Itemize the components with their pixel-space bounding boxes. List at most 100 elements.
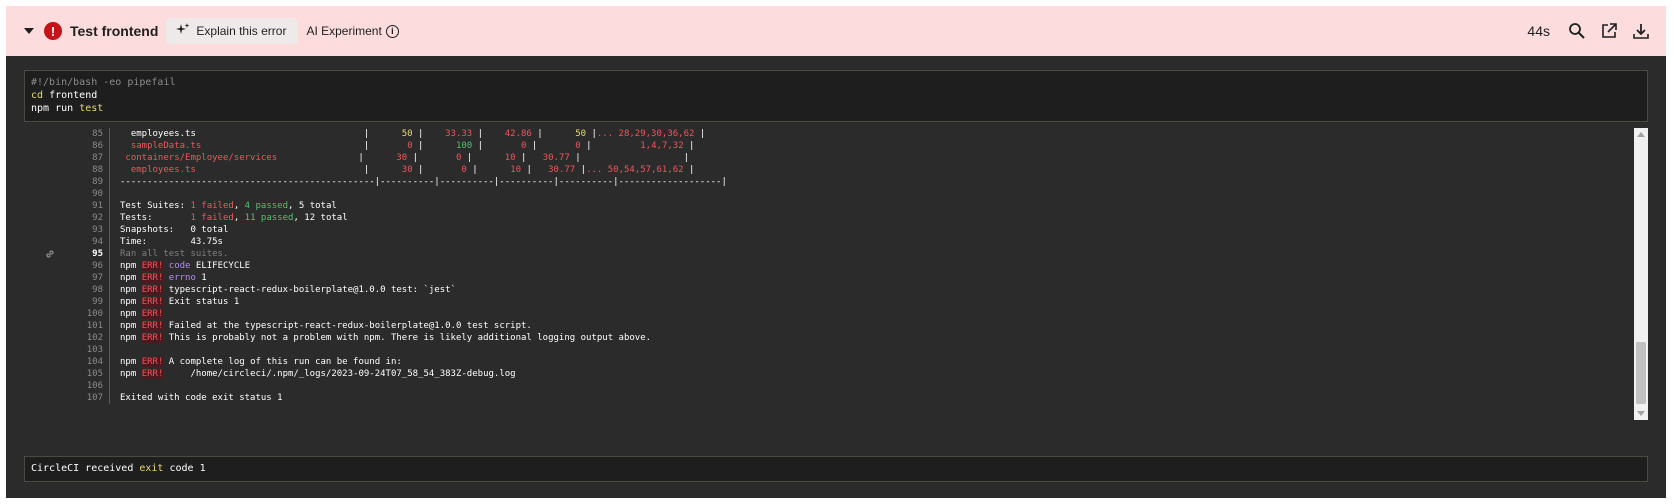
log-segment: | xyxy=(586,129,597,139)
line-number[interactable]: 106 xyxy=(24,380,110,392)
log-segment: Ran all test suites. xyxy=(120,249,229,259)
line-text: npm ERR! This is probably not a problem … xyxy=(110,332,651,344)
command-cd-arg: frontend xyxy=(49,90,98,101)
line-text: employees.ts | 30 | 0 | 10 | 30.77 |... … xyxy=(110,164,695,176)
line-number[interactable]: 89 xyxy=(24,176,110,188)
line-number[interactable]: 93 xyxy=(24,224,110,236)
log-segment: | | xyxy=(569,153,690,163)
line-number[interactable]: 101 xyxy=(24,320,110,332)
line-number[interactable]: 88 xyxy=(24,164,110,176)
step-header[interactable]: ! Test frontend Explain this error AI Ex… xyxy=(6,6,1666,56)
info-icon[interactable]: i xyxy=(385,24,399,38)
line-text xyxy=(110,188,120,200)
external-link-icon[interactable] xyxy=(1600,22,1618,40)
npm-err-badge: ERR! xyxy=(141,321,164,331)
search-icon[interactable] xyxy=(1568,22,1586,40)
scroll-up-arrow-icon[interactable] xyxy=(1637,132,1645,137)
exit-suffix: code 1 xyxy=(163,463,206,474)
log-segment xyxy=(120,141,131,151)
line-text: containers/Employee/services | 30 | 0 | … xyxy=(110,152,689,164)
log-segment: 4 passed xyxy=(244,201,289,211)
line-number[interactable]: 94 xyxy=(24,236,110,248)
log-segment: npm xyxy=(120,297,142,307)
log-segment: 10 xyxy=(510,165,522,175)
line-number[interactable]: 86 xyxy=(24,140,110,152)
log-segment: 30 xyxy=(401,165,413,175)
npm-err-badge: ERR! xyxy=(141,297,164,307)
log-line: 85 employees.ts | 50 | 33.33 | 42.86 | 5… xyxy=(24,128,1630,140)
log-segment: | xyxy=(461,153,505,163)
scrollbar-thumb[interactable] xyxy=(1636,342,1646,404)
log-segment: Time: 43.75s xyxy=(120,237,223,247)
log-segment: | xyxy=(277,153,397,163)
log-segment: errno xyxy=(168,273,196,283)
line-number[interactable]: 91 xyxy=(24,200,110,212)
step-duration: 44s xyxy=(1527,23,1550,39)
line-number[interactable]: 105 xyxy=(24,368,110,380)
line-text xyxy=(110,380,120,392)
log-segment: ... 50,54,57,61,62 xyxy=(586,165,684,175)
line-text: Tests: 1 failed, 11 passed, 12 total xyxy=(110,212,348,224)
line-text: Exited with code exit status 1 xyxy=(110,392,283,404)
log-segment: Exited with code exit status 1 xyxy=(120,393,283,403)
log-segment: typescript-react-redux-boilerplate@1.0.0… xyxy=(163,285,456,295)
sparkle-icon xyxy=(176,22,190,40)
log-segment: 1,4,7,32 xyxy=(640,141,684,151)
log-line: 88 employees.ts | 30 | 0 | 10 | 30.77 |.… xyxy=(24,164,1630,176)
log-segment: | xyxy=(694,129,706,139)
log-segment: 10 xyxy=(504,153,516,163)
line-number[interactable]: 102 xyxy=(24,332,110,344)
log-segment: | xyxy=(472,129,505,139)
log-segment xyxy=(120,165,131,175)
exit-keyword: exit xyxy=(139,463,164,474)
line-number[interactable]: 90 xyxy=(24,188,110,200)
log-segment: 100 xyxy=(455,141,473,151)
line-text: Time: 43.75s xyxy=(110,236,223,248)
line-number[interactable]: 104 xyxy=(24,356,110,368)
line-number[interactable]: 92 xyxy=(24,212,110,224)
log-line: 106 xyxy=(24,380,1630,392)
explain-error-button[interactable]: Explain this error xyxy=(166,18,299,44)
log-line: 91 Test Suites: 1 failed, 4 passed, 5 tot… xyxy=(24,200,1630,212)
line-number[interactable]: 98 xyxy=(24,284,110,296)
line-number[interactable]: 95 xyxy=(24,248,110,260)
log-segment: 30 xyxy=(396,153,408,163)
log-segment: | xyxy=(526,141,576,151)
command-npm-arg: test xyxy=(79,103,104,114)
command-cd-keyword: cd xyxy=(31,90,44,101)
line-number[interactable]: 87 xyxy=(24,152,110,164)
line-number[interactable]: 97 xyxy=(24,272,110,284)
log-segment: sampleData.ts xyxy=(130,141,202,151)
scroll-down-arrow-icon[interactable] xyxy=(1637,411,1645,416)
log-segment: | xyxy=(412,129,446,139)
line-number[interactable]: 100 xyxy=(24,308,110,320)
log-line: 104 npm ERR! A complete log of this run c… xyxy=(24,356,1630,368)
log-segment: | xyxy=(472,141,522,151)
npm-err-badge: ERR! xyxy=(141,273,164,283)
collapse-chevron-icon[interactable] xyxy=(24,28,34,34)
line-number[interactable]: 107 xyxy=(24,392,110,404)
log-segment: Tests: xyxy=(120,213,191,223)
log-segment: npm xyxy=(120,309,142,319)
line-number[interactable]: 85 xyxy=(24,128,110,140)
line-text: ----------------------------------------… xyxy=(110,176,727,188)
line-text: npm ERR! /home/circleci/.npm/_logs/2023-… xyxy=(110,368,516,380)
command-shebang: #!/bin/bash -eo pipefail xyxy=(31,77,176,88)
log-segment: containers/Employee/services xyxy=(125,153,278,163)
log-line: 105 npm ERR! /home/circleci/.npm/_logs/20… xyxy=(24,368,1630,380)
log-line: 94 Time: 43.75s xyxy=(24,236,1630,248)
ai-experiment-label: AI Experiment i xyxy=(306,24,399,38)
line-number[interactable]: 99 xyxy=(24,296,110,308)
download-icon[interactable] xyxy=(1632,22,1650,40)
log-scrollbar[interactable] xyxy=(1634,128,1648,420)
log-scroll-area[interactable]: 85 employees.ts | 50 | 33.33 | 42.86 | 5… xyxy=(24,128,1630,420)
line-text: Test Suites: 1 failed, 4 passed, 5 total xyxy=(110,200,337,212)
line-number[interactable]: 96 xyxy=(24,260,110,272)
log-line: 99 npm ERR! Exit status 1 xyxy=(24,296,1630,308)
log-segment: | xyxy=(683,141,695,151)
log-segment: 42.86 xyxy=(504,129,532,139)
log-segment: npm xyxy=(120,321,142,331)
command-block: #!/bin/bash -eo pipefail cd frontend npm… xyxy=(24,70,1648,122)
line-number[interactable]: 103 xyxy=(24,344,110,356)
line-text: npm ERR! errno 1 xyxy=(110,272,207,284)
